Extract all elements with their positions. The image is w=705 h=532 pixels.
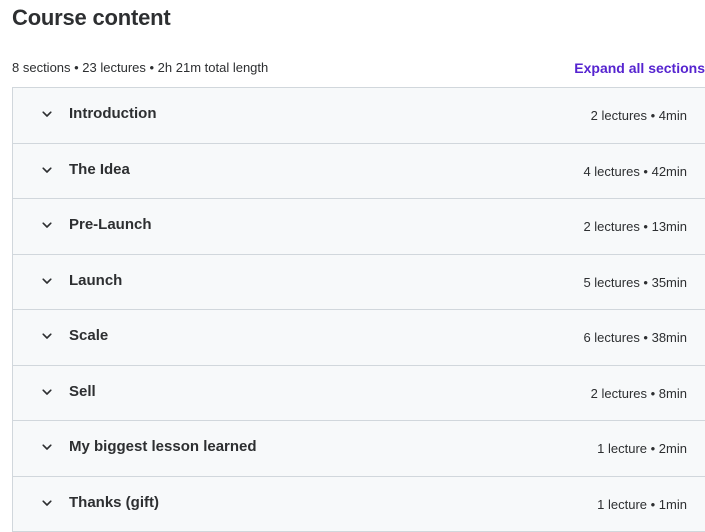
expand-all-sections-button[interactable]: Expand all sections	[574, 58, 705, 78]
section-title: Pre-Launch	[69, 215, 152, 235]
chevron-down-icon	[41, 219, 53, 231]
chevron-down-icon	[41, 441, 53, 453]
section-row-the-idea[interactable]: The Idea 4 lectures • 42min	[13, 144, 705, 200]
section-title: The Idea	[69, 160, 130, 180]
section-title: Sell	[69, 382, 96, 402]
chevron-down-icon	[41, 108, 53, 120]
chevron-down-icon	[41, 275, 53, 287]
course-summary-row: 8 sections • 23 lectures • 2h 21m total …	[12, 58, 705, 78]
chevron-down-icon	[41, 497, 53, 509]
section-row-launch[interactable]: Launch 5 lectures • 35min	[13, 255, 705, 311]
section-row-scale[interactable]: Scale 6 lectures • 38min	[13, 310, 705, 366]
chevron-down-icon	[41, 386, 53, 398]
section-row-sell[interactable]: Sell 2 lectures • 8min	[13, 366, 705, 422]
section-row-biggest-lesson[interactable]: My biggest lesson learned 1 lecture • 2m…	[13, 421, 705, 477]
section-row-pre-launch[interactable]: Pre-Launch 2 lectures • 13min	[13, 199, 705, 255]
section-row-thanks-gift[interactable]: Thanks (gift) 1 lecture • 1min	[13, 477, 705, 532]
section-meta: 1 lecture • 1min	[597, 496, 687, 514]
section-row-introduction[interactable]: Introduction 2 lectures • 4min	[13, 88, 705, 144]
section-title: Launch	[69, 271, 122, 291]
section-meta: 1 lecture • 2min	[597, 440, 687, 458]
section-title: Scale	[69, 326, 108, 346]
section-title: Introduction	[69, 104, 156, 124]
chevron-down-icon	[41, 164, 53, 176]
section-meta: 2 lectures • 13min	[583, 218, 687, 236]
section-meta: 2 lectures • 8min	[591, 385, 687, 403]
section-meta: 6 lectures • 38min	[583, 329, 687, 347]
section-meta: 5 lectures • 35min	[583, 274, 687, 292]
chevron-down-icon	[41, 330, 53, 342]
section-title: Thanks (gift)	[69, 493, 159, 513]
section-meta: 4 lectures • 42min	[583, 163, 687, 181]
section-meta: 2 lectures • 4min	[591, 107, 687, 125]
page-title: Course content	[12, 4, 171, 32]
section-title: My biggest lesson learned	[69, 437, 257, 457]
course-sections-accordion: Introduction 2 lectures • 4min The Idea …	[12, 87, 705, 532]
course-summary: 8 sections • 23 lectures • 2h 21m total …	[12, 58, 268, 78]
